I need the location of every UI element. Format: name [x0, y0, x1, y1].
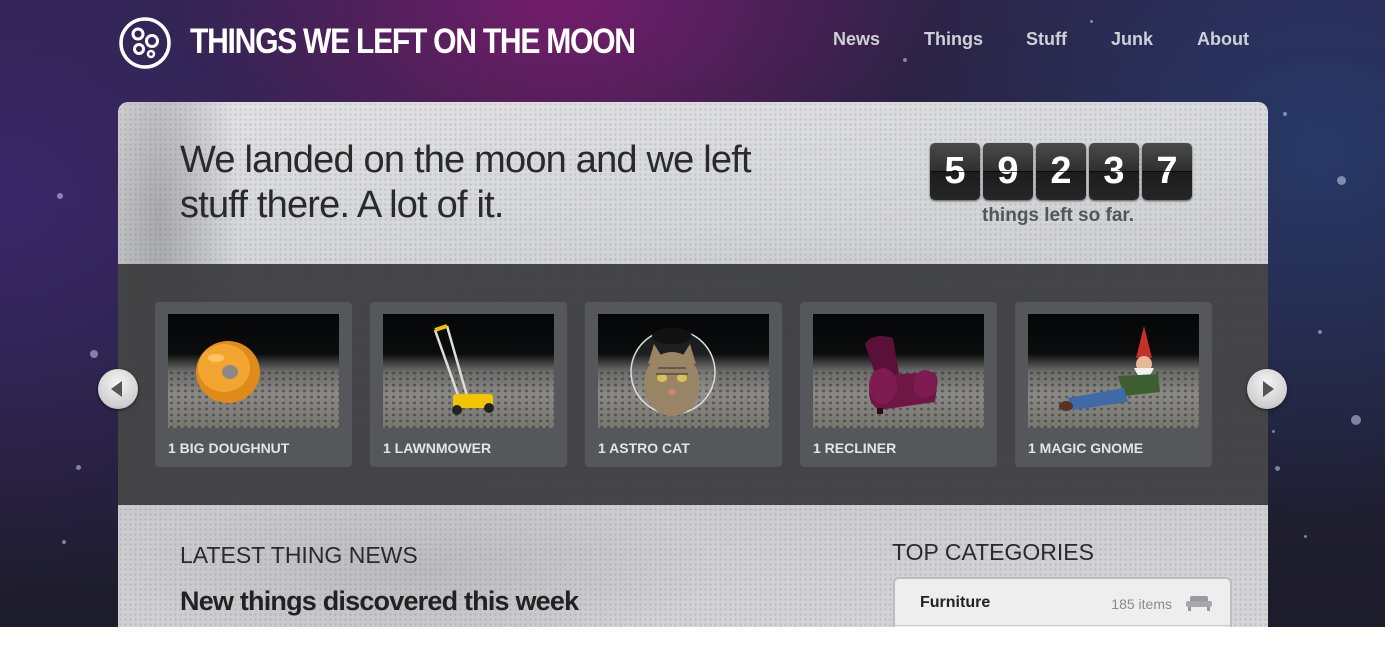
- doughnut-image: [168, 314, 339, 428]
- nav-stuff[interactable]: Stuff: [1026, 29, 1067, 50]
- categories-section-title: TOP CATEGORIES: [892, 539, 1094, 565]
- carousel-item[interactable]: 1 RECLINER: [800, 302, 997, 467]
- carousel: 1 BIG DOUGHNUT 1 LAWNMOWER 1 ASTRO CAT 1…: [118, 264, 1268, 505]
- counter-digit: 9: [983, 143, 1033, 200]
- site-title[interactable]: THINGS WE LEFT ON THE MOON: [190, 20, 636, 64]
- counter-digit: 3: [1089, 143, 1139, 200]
- nav-junk[interactable]: Junk: [1111, 29, 1153, 50]
- carousel-item-label: 1 MAGIC GNOME: [1028, 440, 1144, 456]
- moon-logo-icon[interactable]: [118, 16, 172, 70]
- category-count: 185 items: [1111, 596, 1172, 612]
- nav-news[interactable]: News: [833, 29, 880, 50]
- counter-digit: 5: [930, 143, 980, 200]
- main-panel: We landed on the moon and we left stuff …: [118, 102, 1268, 627]
- counter-label: things left so far.: [982, 205, 1135, 226]
- carousel-item-label: 1 BIG DOUGHNUT: [168, 440, 290, 456]
- carousel-item[interactable]: 1 ASTRO CAT: [585, 302, 782, 467]
- carousel-prev-button[interactable]: [98, 369, 138, 409]
- carousel-next-button[interactable]: [1247, 369, 1287, 409]
- carousel-item[interactable]: 1 MAGIC GNOME: [1015, 302, 1212, 467]
- chevron-left-icon: [111, 381, 122, 397]
- nav-things[interactable]: Things: [924, 29, 983, 50]
- carousel-item-label: 1 ASTRO CAT: [598, 440, 690, 456]
- carousel-item-label: 1 LAWNMOWER: [383, 440, 492, 456]
- carousel-item-label: 1 RECLINER: [813, 440, 897, 456]
- counter-digit: 2: [1036, 143, 1086, 200]
- lawnmower-image: [383, 314, 554, 428]
- recliner-image: [813, 314, 984, 428]
- news-section-title: LATEST THING NEWS: [180, 542, 418, 568]
- news-headline[interactable]: New things discovered this week: [180, 586, 579, 617]
- chevron-right-icon: [1263, 381, 1274, 397]
- astro-cat-image: [598, 314, 769, 428]
- counter-digit: 7: [1142, 143, 1192, 200]
- category-name: Furniture: [920, 594, 991, 611]
- categories-list: Furniture 185 items: [893, 577, 1232, 627]
- gnome-image: [1028, 314, 1199, 428]
- hero-headline: We landed on the moon and we left stuff …: [180, 139, 752, 226]
- carousel-item[interactable]: 1 LAWNMOWER: [370, 302, 567, 467]
- nav-about[interactable]: About: [1197, 29, 1249, 50]
- sofa-icon: [1186, 596, 1212, 611]
- carousel-item[interactable]: 1 BIG DOUGHNUT: [155, 302, 352, 467]
- category-item-furniture[interactable]: Furniture 185 items: [895, 579, 1230, 626]
